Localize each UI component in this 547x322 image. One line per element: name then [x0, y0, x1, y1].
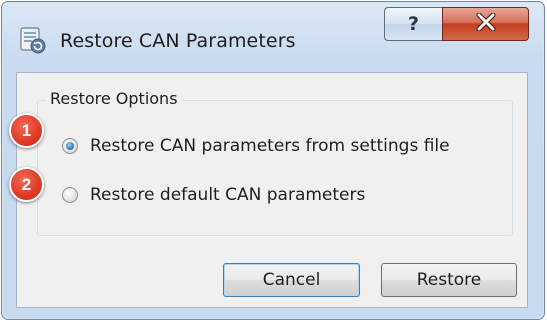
restore-button[interactable]: Restore: [381, 263, 517, 297]
help-icon: ?: [407, 13, 420, 35]
restore-parameters-icon: [18, 26, 46, 54]
help-button[interactable]: ?: [384, 7, 442, 41]
step-badge-2: 2: [9, 167, 44, 202]
dialog-content: Restore Options Restore CAN parameters f…: [9, 72, 528, 308]
radio-restore-default[interactable]: [62, 187, 78, 203]
option-label: Restore default CAN parameters: [90, 185, 366, 205]
group-label: Restore Options: [46, 89, 182, 108]
option-label: Restore CAN parameters from settings fil…: [90, 136, 450, 156]
cancel-button[interactable]: Cancel: [223, 263, 360, 297]
title-bar[interactable]: Restore CAN Parameters ?: [2, 2, 544, 72]
step-badge-1: 1: [9, 113, 44, 148]
close-icon: [475, 12, 497, 35]
radio-restore-from-file[interactable]: [62, 138, 78, 154]
option-restore-default[interactable]: Restore default CAN parameters: [62, 185, 365, 205]
restore-options-group: Restore Options Restore CAN parameters f…: [37, 89, 513, 236]
window-title: Restore CAN Parameters: [60, 30, 296, 52]
option-restore-from-file[interactable]: Restore CAN parameters from settings fil…: [62, 136, 450, 156]
close-button[interactable]: [442, 7, 529, 41]
dialog-window: Restore CAN Parameters ? Restore Options…: [1, 1, 545, 320]
